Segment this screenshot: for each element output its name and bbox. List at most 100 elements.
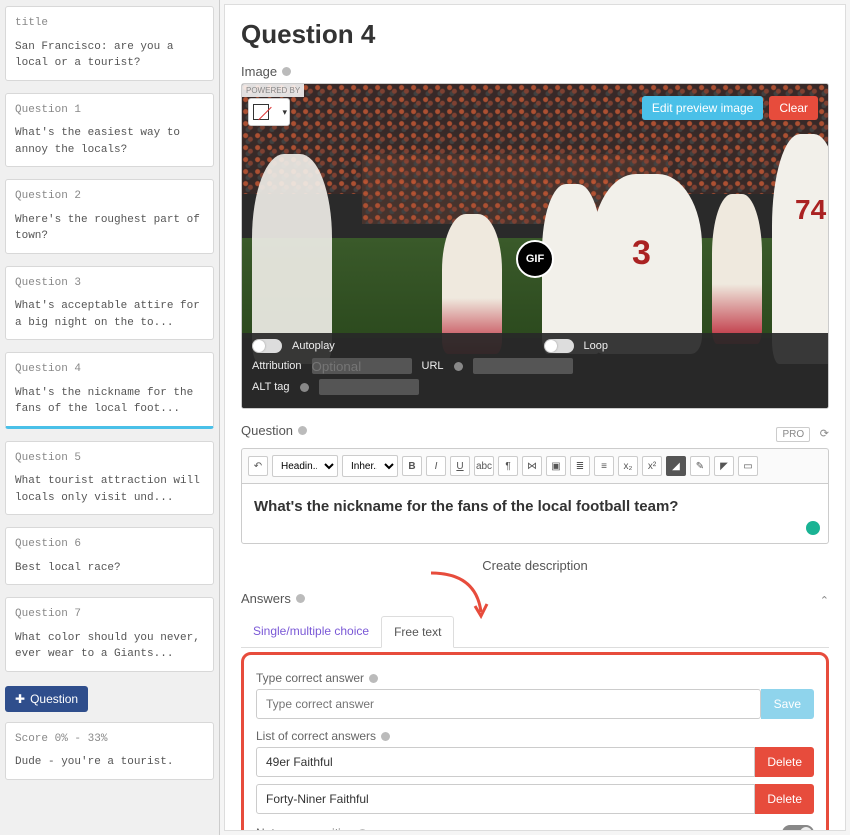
add-question-label: Question	[30, 692, 78, 706]
pro-badge: PRO	[776, 427, 810, 442]
image-label-text: Image	[241, 64, 277, 79]
editor-toolbar: ↶ Headin... Inher... B I U abc ¶ ⋈ ▣ ≣ ≡…	[241, 448, 829, 483]
answer-value[interactable]: Forty-Niner Faithful	[256, 784, 755, 814]
loop-toggle[interactable]	[544, 339, 574, 353]
case-sensitive-label: Not case sensitive	[256, 826, 367, 831]
heading-select[interactable]: Headin...	[272, 455, 338, 477]
link-icon[interactable]: ⋈	[522, 456, 542, 476]
question-card-5[interactable]: Question 5 What tourist attraction will …	[5, 441, 214, 516]
question-card-text: What tourist attraction will locals only…	[15, 475, 200, 504]
question-card-text: What's the easiest way to annoy the loca…	[15, 127, 180, 156]
bold-icon[interactable]: B	[402, 456, 422, 476]
question-editor[interactable]: What's the nickname for the fans of the …	[241, 483, 829, 544]
refresh-icon[interactable]: ⟳	[820, 428, 829, 440]
image-source-dropdown[interactable]: ▾	[248, 98, 290, 126]
annotation-arrow-icon	[426, 568, 496, 624]
clear-format-icon[interactable]: ¶	[498, 456, 518, 476]
question-card-label: Question 5	[15, 450, 204, 467]
info-icon	[369, 674, 378, 683]
url-input[interactable]	[473, 358, 573, 374]
title-card-label: title	[15, 15, 204, 32]
question-card-2[interactable]: Question 2 Where's the roughest part of …	[5, 179, 214, 254]
title-card-text: San Francisco: are you a local or a tour…	[15, 41, 173, 70]
question-section-label: Question	[241, 423, 307, 438]
info-icon	[298, 426, 307, 435]
alt-label: ALT tag	[252, 381, 290, 393]
delete-answer-button[interactable]: Delete	[755, 784, 814, 814]
title-card[interactable]: title San Francisco: are you a local or …	[5, 6, 214, 81]
list-answers-label: List of correct answers	[256, 729, 814, 743]
question-text: What's the nickname for the fans of the …	[254, 498, 678, 515]
collapse-icon[interactable]: ⌃	[820, 594, 829, 607]
powered-by-label: POWERED BY	[242, 84, 304, 97]
autoplay-label: Autoplay	[292, 340, 335, 352]
type-answer-label: Type correct answer	[256, 671, 814, 685]
question-card-label: Question 2	[15, 188, 204, 205]
question-card-1[interactable]: Question 1 What's the easiest way to ann…	[5, 93, 214, 168]
case-sensitive-toggle[interactable]	[782, 825, 814, 831]
page-title: Question 4	[241, 19, 829, 50]
italic-icon[interactable]: I	[426, 456, 446, 476]
question-card-text: What's the nickname for the fans of the …	[15, 387, 193, 416]
url-label: URL	[422, 360, 444, 372]
score-card-label: Score 0% - 33%	[15, 731, 204, 748]
question-card-text: What color should you never, ever wear t…	[15, 632, 200, 661]
list-ul-icon[interactable]: ≣	[570, 456, 590, 476]
main-panel: Question 4 Image 9 3 74 POW	[224, 4, 846, 831]
fill-icon[interactable]: ◢	[666, 456, 686, 476]
answer-mode-tabs: Single/multiple choice Free text	[241, 616, 829, 648]
question-card-4[interactable]: Question 4 What's the nickname for the f…	[5, 352, 214, 429]
info-icon	[381, 732, 390, 741]
paint-icon[interactable]: ✎	[690, 456, 710, 476]
grammarly-icon	[806, 521, 820, 535]
free-text-panel: Type correct answer Save List of correct…	[241, 652, 829, 831]
info-icon	[454, 362, 463, 371]
add-question-button[interactable]: ✚ Question	[5, 686, 88, 712]
info-icon	[300, 383, 309, 392]
tag-icon[interactable]: ◤	[714, 456, 734, 476]
answers-label: Answers	[241, 591, 305, 606]
question-card-6[interactable]: Question 6 Best local race?	[5, 527, 214, 585]
create-description-link[interactable]: Create description	[241, 558, 829, 573]
attribution-input[interactable]	[312, 358, 412, 374]
plus-icon: ✚	[15, 692, 25, 706]
list-ol-icon[interactable]: ≡	[594, 456, 614, 476]
sidebar: title San Francisco: are you a local or …	[0, 0, 220, 835]
correct-answer-input[interactable]	[256, 689, 761, 719]
loop-label: Loop	[584, 340, 608, 352]
attribution-label: Attribution	[252, 360, 302, 372]
undo-icon[interactable]: ↶	[248, 456, 268, 476]
save-answer-button[interactable]: Save	[761, 689, 814, 719]
answers-label-text: Answers	[241, 591, 291, 606]
question-card-3[interactable]: Question 3 What's acceptable attire for …	[5, 266, 214, 341]
no-image-icon	[253, 104, 269, 120]
alt-input[interactable]	[319, 379, 419, 395]
question-card-label: Question 4	[15, 361, 204, 378]
info-icon	[282, 67, 291, 76]
subscript-icon[interactable]: x₂	[618, 456, 638, 476]
autoplay-toggle[interactable]	[252, 339, 282, 353]
question-card-text: Best local race?	[15, 562, 121, 574]
tab-single-multiple[interactable]: Single/multiple choice	[241, 616, 381, 647]
underline-icon[interactable]: U	[450, 456, 470, 476]
edit-preview-button[interactable]: Edit preview image	[642, 96, 763, 120]
question-card-label: Question 1	[15, 102, 204, 119]
answer-row: Forty-Niner Faithful Delete	[256, 784, 814, 814]
question-card-7[interactable]: Question 7 What color should you never, …	[5, 597, 214, 672]
score-card[interactable]: Score 0% - 33% Dude - you're a tourist.	[5, 722, 214, 780]
gif-badge[interactable]: GIF	[516, 240, 554, 278]
question-card-label: Question 3	[15, 275, 204, 292]
question-card-label: Question 6	[15, 536, 204, 553]
strike-icon[interactable]: abc	[474, 456, 494, 476]
image-icon[interactable]: ▣	[546, 456, 566, 476]
inherit-select[interactable]: Inher...	[342, 455, 398, 477]
answer-value[interactable]: 49er Faithful	[256, 747, 755, 777]
info-icon	[358, 829, 367, 832]
clear-image-button[interactable]: Clear	[769, 96, 818, 120]
chevron-down-icon: ▾	[282, 107, 287, 118]
more-icon[interactable]: ▭	[738, 456, 758, 476]
superscript-icon[interactable]: x²	[642, 456, 662, 476]
delete-answer-button[interactable]: Delete	[755, 747, 814, 777]
question-card-text: What's acceptable attire for a big night…	[15, 300, 200, 329]
question-card-text: Where's the roughest part of town?	[15, 214, 200, 243]
